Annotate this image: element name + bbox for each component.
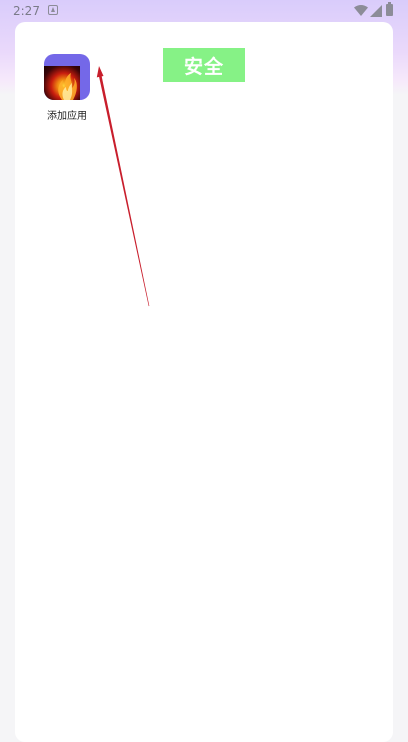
annotation-arrow-icon [96,66,150,307]
